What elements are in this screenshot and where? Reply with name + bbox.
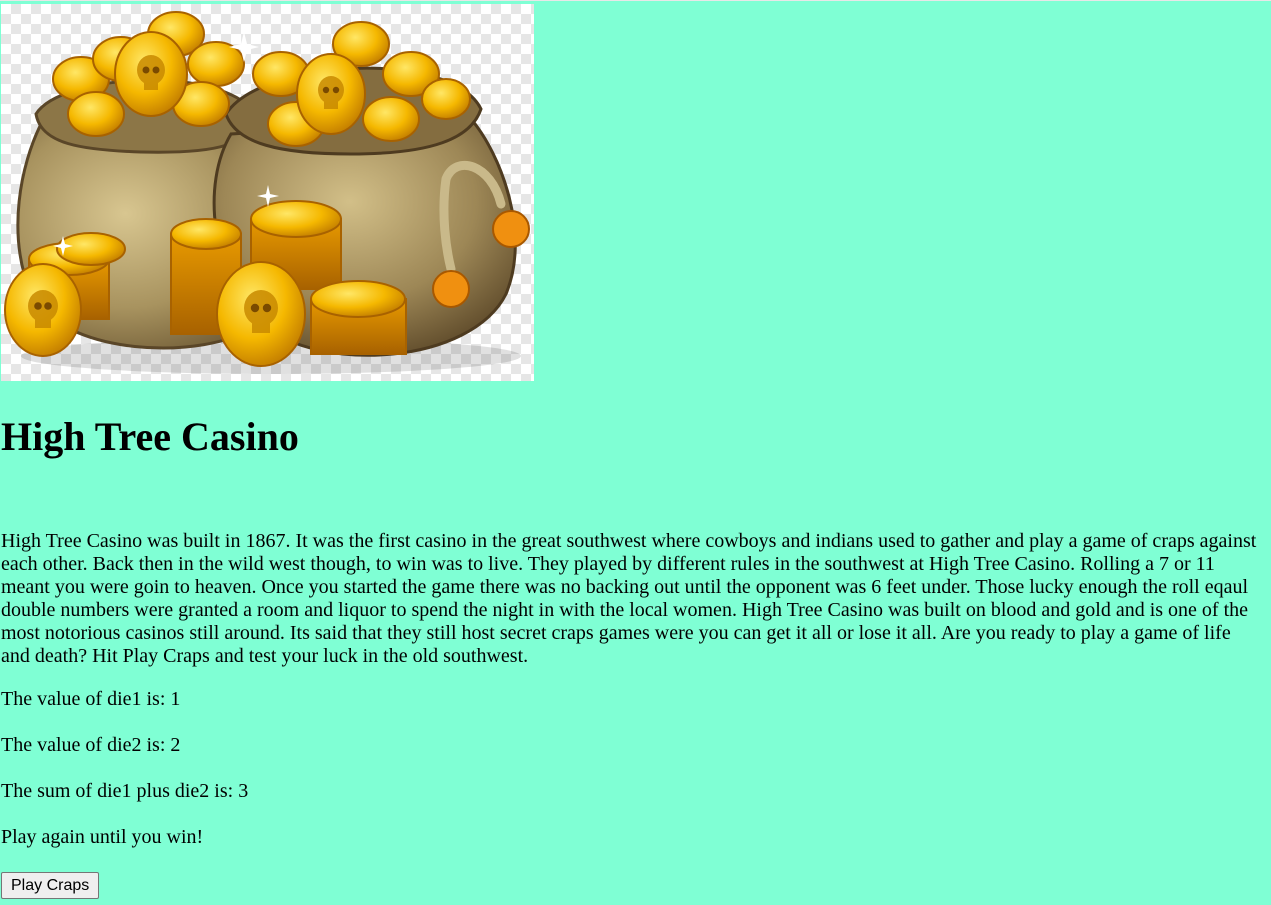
play-craps-button[interactable]: Play Craps xyxy=(1,872,100,899)
sum-result: The sum of die1 plus die2 is: 3 xyxy=(1,780,249,802)
result-message: Play again until you win! xyxy=(1,826,204,848)
top-border xyxy=(0,0,1271,1)
page-title: High Tree Casino xyxy=(1,414,299,459)
die1-result: The value of die1 is: 1 xyxy=(1,688,181,710)
gold-coin-bags-icon xyxy=(4,11,530,374)
die2-result: The value of die2 is: 2 xyxy=(1,734,181,756)
intro-paragraph: High Tree Casino was built in 1867. It w… xyxy=(1,530,1257,667)
hero-image xyxy=(1,4,534,381)
page: High Tree Casino High Tree Casino was bu… xyxy=(0,0,1271,905)
